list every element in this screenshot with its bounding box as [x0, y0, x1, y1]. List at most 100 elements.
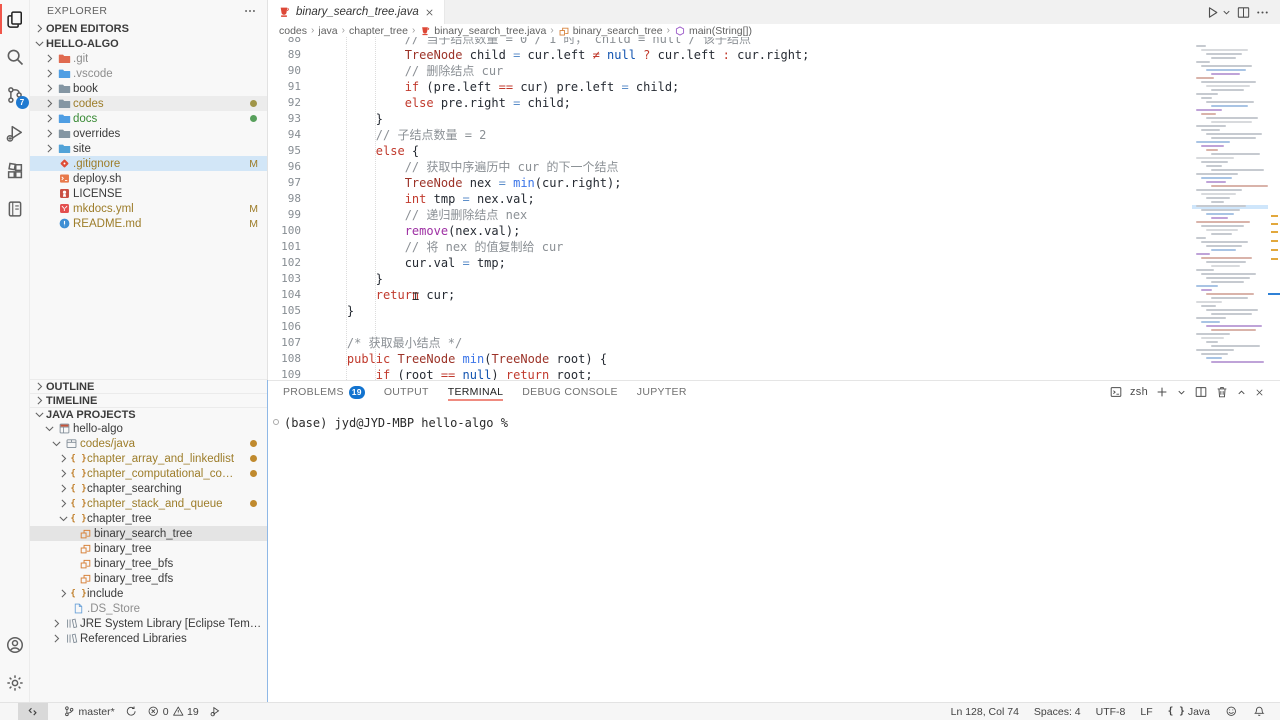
tree-item-mkdocs-yml[interactable]: mkdocs.ymlM: [30, 201, 267, 216]
code-line-95[interactable]: 95 else {: [268, 143, 1190, 159]
split-editor-icon[interactable]: [1236, 5, 1251, 20]
code-line-101[interactable]: 101 // 将 nex 的值复制给 cur: [268, 239, 1190, 255]
language-mode[interactable]: { } Java: [1163, 706, 1215, 718]
indentation[interactable]: Spaces: 4: [1029, 706, 1086, 718]
tree-item-binary-tree[interactable]: binary_tree: [30, 541, 267, 556]
code-line-107[interactable]: 107 /* 获取最小结点 */: [268, 335, 1190, 351]
code-line-102[interactable]: 102 cur.val = tmp;: [268, 255, 1190, 271]
code-line-92[interactable]: 92 else pre.right = child;: [268, 95, 1190, 111]
git-branch-status[interactable]: master*: [58, 705, 120, 718]
breadcrumb-chapter-tree[interactable]: chapter_tree: [349, 25, 408, 37]
run-java-icon[interactable]: [1205, 5, 1220, 20]
activity-run-debug[interactable]: [0, 114, 30, 152]
code-line-105[interactable]: 105 }: [268, 303, 1190, 319]
tab-binary-search-tree[interactable]: binary_search_tree.java: [268, 0, 445, 24]
code-line-109[interactable]: 109 if (root == null) return root;: [268, 367, 1190, 380]
launch-profile-icon[interactable]: [1109, 385, 1123, 399]
kill-terminal-icon[interactable]: [1215, 385, 1229, 399]
section-root-folder[interactable]: HELLO-ALGO: [30, 36, 267, 51]
breadcrumb-main-string[interactable]: main(String[]): [674, 25, 752, 37]
tree-item-book[interactable]: book: [30, 81, 267, 96]
close-icon[interactable]: [424, 7, 435, 18]
section-timeline[interactable]: TIMELINE: [30, 393, 267, 407]
tree-item-ds-store[interactable]: .DS_Store: [30, 601, 267, 616]
split-terminal-icon[interactable]: [1194, 385, 1208, 399]
tree-item-site[interactable]: site: [30, 141, 267, 156]
tree-item-hello-algo[interactable]: hello-algo: [30, 421, 267, 436]
close-panel-icon[interactable]: [1254, 387, 1265, 398]
tree-item-chapter-stack-and-queue[interactable]: { }chapter_stack_and_queue: [30, 496, 267, 511]
tree-item-chapter-computational-complexity[interactable]: { }chapter_computational_complexity: [30, 466, 267, 481]
section-open-editors[interactable]: OPEN EDITORS: [30, 21, 267, 36]
code-line-89[interactable]: 89 TreeNode child = cur.left ≠ null ? cu…: [268, 47, 1190, 63]
code-line-99[interactable]: 99 // 递归删除结点 nex: [268, 207, 1190, 223]
tree-item-gitignore[interactable]: .gitignoreM: [30, 156, 267, 171]
more-actions-icon[interactable]: [1255, 5, 1270, 20]
tree-item-binary-tree-bfs[interactable]: binary_tree_bfs: [30, 556, 267, 571]
tree-item-binary-tree-dfs[interactable]: binary_tree_dfs: [30, 571, 267, 586]
code-line-88[interactable]: 88 // 当子结点数量 = 0 / 1 时， child = null / 该…: [268, 37, 1190, 47]
code-line-94[interactable]: 94 // 子结点数量 = 2: [268, 127, 1190, 143]
tree-item-license[interactable]: LICENSE: [30, 186, 267, 201]
tree-item-referenced-libraries[interactable]: Referenced Libraries: [30, 631, 267, 646]
cursor-position[interactable]: Ln 128, Col 74: [946, 706, 1024, 718]
overview-ruler[interactable]: [1268, 37, 1280, 380]
tree-item-chapter-searching[interactable]: { }chapter_searching: [30, 481, 267, 496]
notifications[interactable]: [1248, 705, 1271, 718]
code-line-96[interactable]: 96 // 获取中序遍历中 cur 的下一个结点: [268, 159, 1190, 175]
explorer-more-actions-icon[interactable]: [243, 4, 257, 18]
tree-item-deploy-sh[interactable]: deploy.sh: [30, 171, 267, 186]
tree-item-overrides[interactable]: overrides: [30, 126, 267, 141]
problems-status[interactable]: 0 19: [142, 705, 204, 718]
breadcrumb-codes[interactable]: codes: [279, 25, 307, 37]
panel-sidebar-sash[interactable]: [267, 380, 268, 702]
activity-search[interactable]: [0, 38, 30, 76]
terminal-content[interactable]: (base) jyd@JYD-MBP hello-algo %: [268, 403, 1280, 430]
sync-status[interactable]: [120, 705, 143, 718]
eol[interactable]: LF: [1135, 706, 1157, 718]
activity-account[interactable]: [0, 626, 30, 664]
new-terminal-icon[interactable]: [1155, 385, 1169, 399]
code-line-90[interactable]: 90 // 删除结点 cur: [268, 63, 1190, 79]
run-status[interactable]: [204, 705, 227, 718]
activity-explorer[interactable]: [0, 0, 30, 38]
tree-item-jre-system-library-eclipse-temurin-17-17[interactable]: JRE System Library [Eclipse Temurin 17 […: [30, 616, 267, 631]
code-line-106[interactable]: 106: [268, 319, 1190, 335]
activity-notebook[interactable]: [0, 190, 30, 228]
tree-item-codes[interactable]: codes: [30, 96, 267, 111]
tree-item-vscode[interactable]: .vscode: [30, 66, 267, 81]
tree-item-chapter-tree[interactable]: { }chapter_tree: [30, 511, 267, 526]
tree-item-codes-java[interactable]: codes/java: [30, 436, 267, 451]
feedback[interactable]: [1220, 705, 1243, 718]
tree-item-include[interactable]: { }include: [30, 586, 267, 601]
activity-source-control[interactable]: 7: [0, 76, 30, 114]
tab-problems[interactable]: PROBLEMS 19: [283, 381, 365, 403]
run-dropdown-icon[interactable]: [1221, 7, 1232, 18]
code-line-100[interactable]: 100 remove(nex.val);: [268, 223, 1190, 239]
code-line-97[interactable]: 97 TreeNode nex = min(cur.right);: [268, 175, 1190, 191]
tab-output[interactable]: OUTPUT: [384, 381, 429, 403]
activity-settings[interactable]: [0, 664, 30, 702]
breadcrumb-java[interactable]: java: [318, 25, 337, 37]
maximize-panel-icon[interactable]: [1236, 387, 1247, 398]
tree-item-readme-md[interactable]: README.mdM: [30, 216, 267, 231]
code-editor[interactable]: 88 // 当子结点数量 = 0 / 1 时， child = null / 该…: [268, 37, 1280, 380]
encoding[interactable]: UTF-8: [1091, 706, 1131, 718]
section-java-projects[interactable]: JAVA PROJECTS: [30, 407, 267, 421]
remote-indicator[interactable]: [18, 703, 48, 720]
tree-item-git[interactable]: .git: [30, 51, 267, 66]
section-outline[interactable]: OUTLINE: [30, 379, 267, 393]
code-line-103[interactable]: 103 }: [268, 271, 1190, 287]
activity-extensions[interactable]: [0, 152, 30, 190]
breadcrumb-binary-search-tree[interactable]: binary_search_tree: [558, 25, 663, 37]
tab-terminal[interactable]: TERMINAL: [448, 381, 504, 403]
tab-jupyter[interactable]: JUPYTER: [637, 381, 687, 403]
tree-item-docs[interactable]: docs: [30, 111, 267, 126]
code-line-104[interactable]: 104 return cur;: [268, 287, 1190, 303]
code-line-108[interactable]: 108 public TreeNode min(TreeNode root) {: [268, 351, 1190, 367]
code-line-91[interactable]: 91 if (pre.left == cur) pre.left = child…: [268, 79, 1190, 95]
minimap[interactable]: [1192, 37, 1268, 380]
code-line-98[interactable]: 98 int tmp = nex.val;: [268, 191, 1190, 207]
tree-item-chapter-array-and-linkedlist[interactable]: { }chapter_array_and_linkedlist: [30, 451, 267, 466]
breadcrumb-binary-search-tree-java[interactable]: binary_search_tree.java: [419, 25, 546, 37]
